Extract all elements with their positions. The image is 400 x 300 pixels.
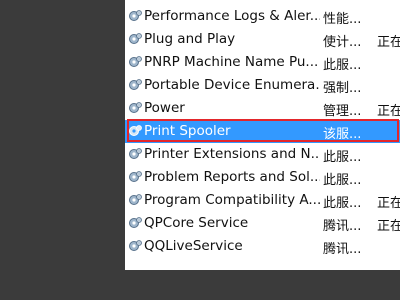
gear-service-icon (129, 171, 142, 182)
gear-service-icon (129, 56, 142, 67)
gear-service-icon (129, 194, 142, 205)
service-row[interactable]: QQLiveService 腾讯... (125, 235, 400, 258)
gear-service-icon (129, 79, 142, 90)
service-name: Power (144, 100, 185, 116)
service-status: 正在 (377, 219, 400, 234)
gear-service-icon (129, 240, 142, 251)
service-name: QQLiveService (144, 238, 243, 254)
gear-service-icon (129, 33, 142, 44)
gear-service-icon (129, 217, 142, 228)
service-description: 此服... (323, 58, 362, 73)
services-list[interactable]: Performance Logs & Aler... 性能... Plug an… (125, 0, 400, 270)
service-status: 正在 (377, 196, 400, 211)
service-description: 该服... (323, 127, 362, 142)
service-row[interactable]: Program Compatibility A... 此服... 正在 (125, 189, 400, 212)
service-status: 正在 (377, 104, 400, 119)
service-description: 腾讯... (323, 219, 362, 234)
service-name: Plug and Play (144, 31, 236, 47)
service-status: 正在 (377, 35, 400, 50)
service-name: Program Compatibility A... (144, 192, 320, 208)
gear-service-icon (129, 102, 142, 113)
service-description: 此服... (323, 173, 362, 188)
service-description: 强制... (323, 81, 362, 96)
service-name: QPCore Service (144, 215, 249, 231)
background-left (0, 0, 125, 300)
gear-service-icon (129, 10, 142, 21)
service-description: 此服... (323, 196, 362, 211)
service-description: 性能... (323, 12, 362, 27)
service-row[interactable]: Printer Extensions and N... 此服... (125, 143, 400, 166)
service-row[interactable]: QPCore Service 腾讯... 正在 (125, 212, 400, 235)
service-name: Performance Logs & Aler... (144, 8, 320, 24)
service-row[interactable]: Problem Reports and Sol... 此服... (125, 166, 400, 189)
background-bottom (0, 270, 400, 300)
gear-service-icon (129, 148, 142, 159)
service-name: Print Spooler (144, 123, 231, 139)
service-row-print-spooler[interactable]: Print Spooler 该服... (125, 120, 400, 143)
service-row[interactable]: Portable Device Enumera... 强制... (125, 74, 400, 97)
service-name: Portable Device Enumera... (144, 77, 320, 93)
service-description: 腾讯... (323, 242, 362, 257)
service-description: 使计... (323, 35, 362, 50)
service-name: Problem Reports and Sol... (144, 169, 320, 185)
service-name: Printer Extensions and N... (144, 146, 320, 162)
service-row[interactable]: Power 管理... 正在 (125, 97, 400, 120)
gear-service-icon (129, 125, 142, 136)
service-row[interactable]: PNRP Machine Name Pu... 此服... (125, 51, 400, 74)
service-row[interactable]: Performance Logs & Aler... 性能... (125, 5, 400, 28)
service-name: PNRP Machine Name Pu... (144, 54, 319, 70)
service-row[interactable]: Plug and Play 使计... 正在 (125, 28, 400, 51)
service-description: 管理... (323, 104, 362, 119)
service-description: 此服... (323, 150, 362, 165)
